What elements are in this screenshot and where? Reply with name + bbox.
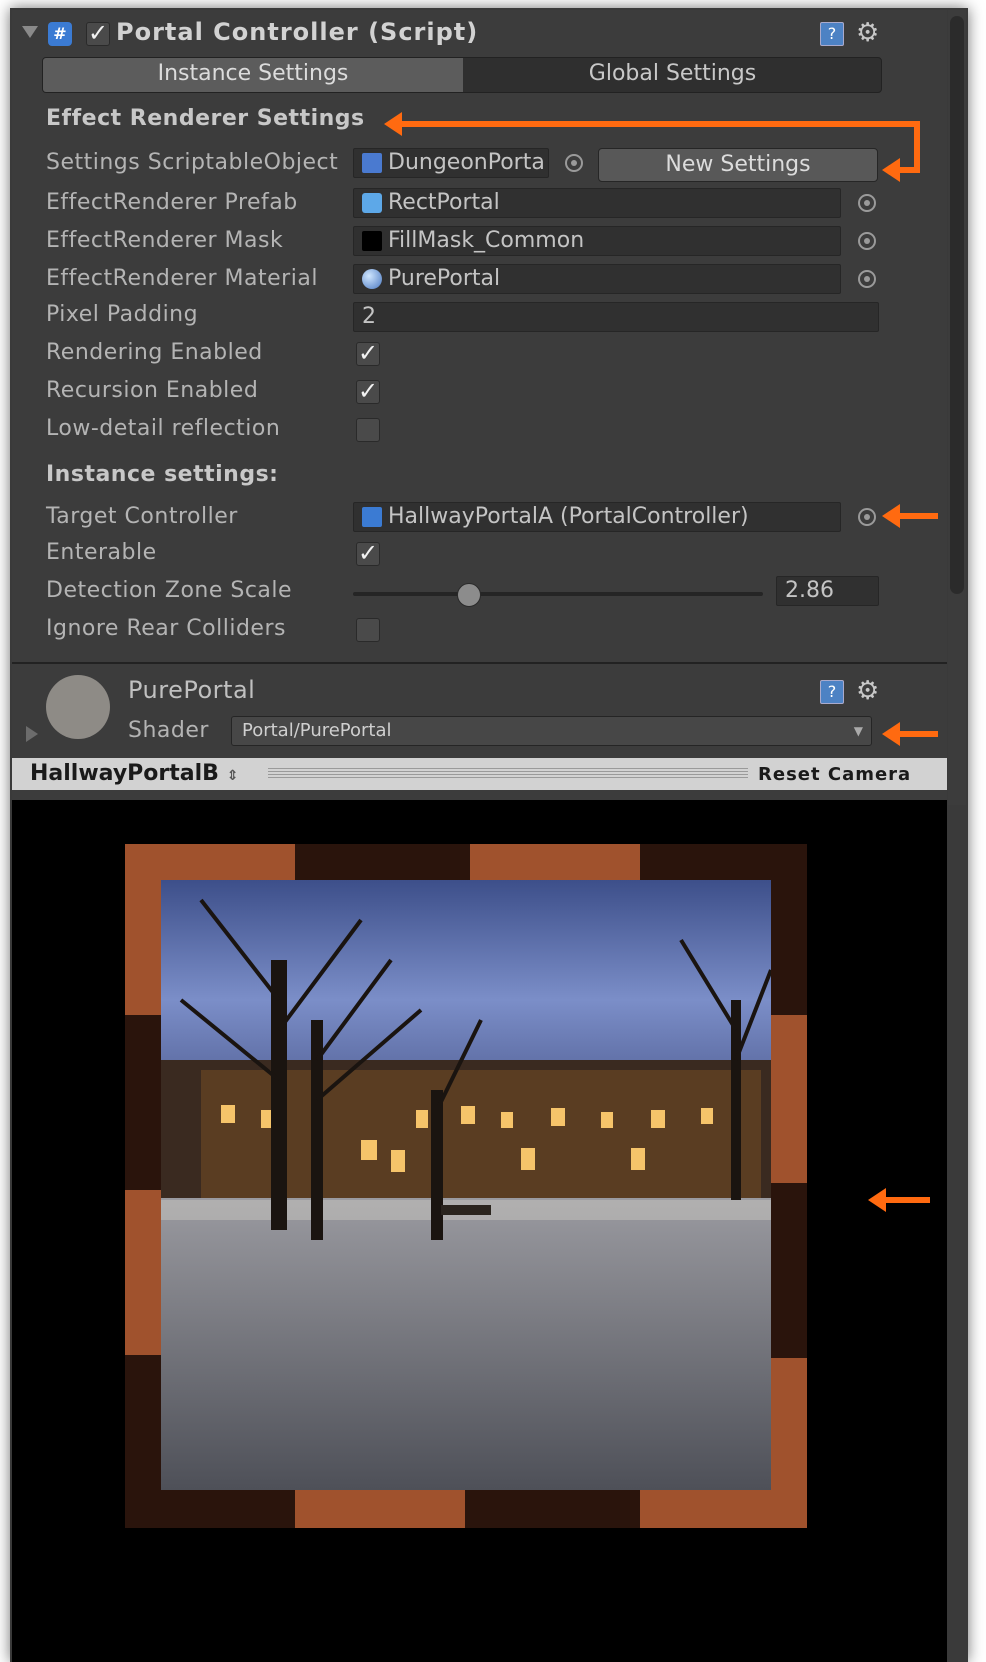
target-label: Target Controller	[46, 504, 238, 529]
zone-label: Detection Zone Scale	[46, 578, 293, 603]
material-sphere-icon	[362, 269, 382, 289]
foldout-arrow-icon[interactable]	[26, 726, 38, 742]
settings-tab-bar: Instance Settings Global Settings	[42, 57, 882, 93]
frame-brick	[771, 1358, 807, 1490]
prefab-label: EffectRenderer Prefab	[46, 190, 298, 215]
scrollbar-thumb[interactable]	[950, 16, 964, 594]
frame-brick	[771, 1015, 807, 1183]
zone-slider-track[interactable]	[353, 592, 763, 596]
shader-value: Portal/PurePortal	[242, 720, 392, 741]
frame-brick	[125, 1190, 161, 1355]
frame-brick	[470, 844, 640, 880]
annotation-arrow	[898, 513, 938, 519]
reset-camera-button[interactable]: Reset Camera	[758, 764, 911, 785]
tab-instance-settings[interactable]: Instance Settings	[43, 58, 463, 92]
material-preview-sphere	[46, 675, 110, 739]
annotation-arrowhead	[882, 722, 900, 746]
annotation-arrow	[914, 121, 920, 173]
frame-brick	[125, 880, 161, 1015]
gear-icon[interactable]: ⚙	[856, 676, 879, 706]
section-effect-renderer: Effect Renderer Settings	[46, 106, 365, 131]
dropdown-arrow-icon: ▼	[853, 724, 863, 738]
object-picker-icon[interactable]	[858, 508, 876, 526]
recursion-checkbox[interactable]: ✓	[356, 379, 380, 404]
annotation-arrow	[898, 731, 938, 737]
rendering-checkbox[interactable]: ✓	[356, 341, 380, 366]
shader-label: Shader	[128, 718, 209, 743]
component-title: Portal Controller (Script)	[116, 18, 479, 46]
recursion-label: Recursion Enabled	[46, 378, 259, 403]
zone-value-field[interactable]: 2.86	[776, 576, 879, 606]
object-picker-icon[interactable]	[565, 154, 583, 172]
annotation-arrowhead	[882, 504, 900, 528]
material-value: PurePortal	[388, 266, 501, 291]
material-name: PurePortal	[128, 676, 256, 704]
enterable-checkbox[interactable]: ✓	[356, 541, 380, 566]
target-field[interactable]: HallwayPortalA (PortalController)	[353, 502, 841, 532]
settings-so-value: DungeonPorta	[388, 150, 545, 175]
annotation-arrow	[898, 167, 920, 173]
prefab-cube-icon	[362, 193, 382, 213]
component-enabled-checkbox[interactable]: ✓	[86, 21, 110, 46]
annotation-arrow	[398, 121, 920, 127]
material-field[interactable]: PurePortal	[353, 264, 841, 294]
lowdetail-checkbox[interactable]	[356, 418, 380, 442]
shader-dropdown[interactable]: Portal/PurePortal ▼	[231, 716, 872, 746]
foldout-arrow-icon[interactable]	[22, 26, 38, 38]
zone-slider-thumb[interactable]	[456, 583, 481, 607]
ignore-checkbox[interactable]	[356, 618, 380, 642]
frame-brick	[295, 1490, 465, 1528]
scriptable-object-icon	[362, 153, 382, 173]
annotation-arrowhead	[384, 112, 402, 136]
material-label: EffectRenderer Material	[46, 266, 318, 291]
new-settings-button[interactable]: New Settings	[598, 148, 878, 182]
settings-so-field[interactable]: DungeonPorta	[353, 148, 549, 178]
annotation-arrow	[884, 1197, 930, 1203]
padding-label: Pixel Padding	[46, 302, 199, 327]
script-icon: #	[48, 22, 72, 46]
script-icon	[362, 507, 382, 527]
section-instance: Instance settings:	[46, 462, 279, 487]
annotation-arrowhead	[882, 158, 900, 182]
portal-view-image	[161, 880, 771, 1490]
select-arrows-icon: ⇕	[226, 768, 239, 784]
mask-field[interactable]: FillMask_Common	[353, 226, 841, 256]
tab-global-settings[interactable]: Global Settings	[464, 58, 881, 92]
prefab-value: RectPortal	[388, 190, 500, 215]
settings-so-label: Settings ScriptableObject	[46, 150, 339, 175]
padding-field[interactable]: 2	[353, 302, 879, 332]
object-picker-icon[interactable]	[858, 232, 876, 250]
ignore-label: Ignore Rear Colliders	[46, 616, 286, 641]
object-picker-icon[interactable]	[858, 194, 876, 212]
help-icon[interactable]: ?	[820, 22, 844, 46]
drag-handle[interactable]	[268, 768, 748, 780]
rendering-label: Rendering Enabled	[46, 340, 263, 365]
gear-icon[interactable]: ⚙	[856, 18, 879, 48]
help-icon[interactable]: ?	[820, 680, 844, 704]
divider	[12, 662, 947, 664]
frame-brick	[640, 1490, 807, 1528]
camera-object-select[interactable]: HallwayPortalB ⇕	[30, 761, 238, 786]
lowdetail-label: Low-detail reflection	[46, 416, 281, 441]
annotation-arrowhead	[868, 1188, 886, 1212]
enterable-label: Enterable	[46, 540, 157, 565]
frame-brick	[125, 844, 295, 880]
mask-value: FillMask_Common	[388, 228, 585, 253]
mask-label: EffectRenderer Mask	[46, 228, 284, 253]
prefab-field[interactable]: RectPortal	[353, 188, 841, 218]
object-picker-icon[interactable]	[858, 270, 876, 288]
target-value: HallwayPortalA (PortalController)	[388, 504, 749, 529]
camera-object-name: HallwayPortalB	[30, 761, 219, 786]
texture-icon	[362, 231, 382, 251]
